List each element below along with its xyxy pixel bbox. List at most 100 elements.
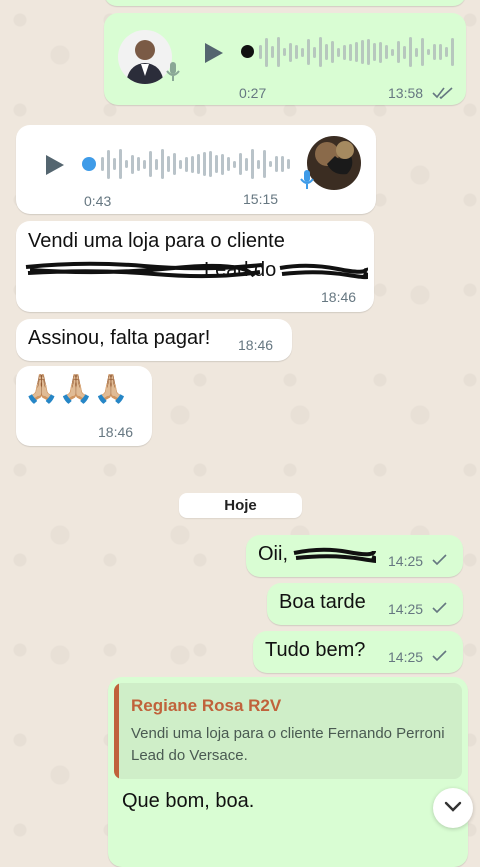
- waveform-bar: [295, 45, 298, 59]
- waveform-bar: [451, 38, 454, 66]
- message-text: Assinou, falta pagar!: [28, 327, 211, 349]
- waveform-bar: [433, 44, 436, 60]
- playback-progress-dot[interactable]: [82, 157, 96, 171]
- message-text-end: .: [363, 259, 369, 281]
- waveform-bar: [101, 157, 104, 171]
- incoming-emoji-message[interactable]: 🙏🏼🙏🏼🙏🏼 18:46: [16, 366, 152, 446]
- play-icon[interactable]: [44, 153, 66, 177]
- message-time: 15:15: [243, 191, 279, 207]
- audio-duration: 0:43: [84, 193, 112, 209]
- waveform-bar: [379, 41, 382, 63]
- waveform-bar: [125, 160, 128, 168]
- waveform-bar: [343, 44, 346, 60]
- waveform-bar: [227, 157, 230, 171]
- playback-progress-dot[interactable]: [241, 45, 254, 58]
- incoming-text-message[interactable]: Vendi uma loja para o cliente Lead do . …: [16, 221, 374, 312]
- incoming-text-message[interactable]: Assinou, falta pagar! 18:46: [16, 319, 292, 361]
- scroll-to-bottom-button[interactable]: [433, 788, 473, 828]
- mic-icon: [300, 170, 314, 189]
- waveform-bar: [251, 149, 254, 179]
- quote-text: Vendi uma loja para o cliente Fernando P…: [131, 725, 445, 764]
- message-time: 13:58: [388, 85, 424, 101]
- waveform-bar: [173, 153, 176, 175]
- outgoing-text-message[interactable]: Tudo bem? 14:25: [253, 631, 463, 673]
- waveform-bar: [361, 40, 364, 64]
- waveform-bar: [313, 46, 316, 58]
- waveform-bar: [197, 154, 200, 174]
- waveform-bar: [259, 45, 262, 59]
- mic-icon: [166, 62, 180, 81]
- waveform-bar: [155, 158, 158, 170]
- waveform-bar: [185, 156, 188, 172]
- incoming-voice-message[interactable]: 0:43 15:15: [16, 125, 376, 214]
- audio-waveform[interactable]: [259, 35, 454, 69]
- message-text: Boa tarde: [279, 591, 366, 613]
- message-text-line2: Lead do .: [24, 257, 369, 283]
- outgoing-text-message[interactable]: Oii, 14:25: [246, 535, 463, 577]
- waveform-bar: [445, 47, 448, 57]
- sender-avatar[interactable]: [118, 30, 172, 84]
- message-text-line1: Vendi uma loja para o cliente: [28, 230, 285, 252]
- waveform-bar: [107, 149, 110, 179]
- waveform-bar: [257, 159, 260, 169]
- message-text: Oii,: [258, 543, 288, 565]
- waveform-bar: [281, 156, 284, 172]
- waveform-bar: [277, 37, 280, 67]
- waveform-bar: [415, 47, 418, 57]
- quote-author: Regiane Rosa R2V: [131, 696, 282, 715]
- waveform-bar: [391, 48, 394, 56]
- outgoing-text-message[interactable]: Boa tarde 14:25: [267, 583, 463, 625]
- waveform-bar: [355, 42, 358, 62]
- waveform-bar: [287, 159, 290, 169]
- waveform-bar: [439, 44, 442, 60]
- waveform-bar: [191, 155, 194, 173]
- waveform-bar: [337, 47, 340, 57]
- message-time: 18:46: [238, 337, 274, 353]
- message-text: Tudo bem?: [265, 639, 366, 661]
- waveform-bar: [325, 44, 328, 60]
- date-separator: Hoje: [179, 493, 302, 518]
- waveform-bar: [373, 43, 376, 61]
- audio-waveform[interactable]: [101, 147, 290, 181]
- waveform-bar: [209, 151, 212, 177]
- waveform-bar: [269, 161, 272, 167]
- waveform-bar: [239, 153, 242, 175]
- double-check-icon: [432, 87, 453, 100]
- waveform-bar: [319, 37, 322, 67]
- waveform-bar: [137, 157, 140, 171]
- message-time: 14:25: [388, 553, 424, 569]
- message-text: Que bom, boa.: [122, 790, 255, 812]
- waveform-bar: [283, 48, 286, 56]
- check-icon: [432, 554, 447, 566]
- waveform-bar: [421, 38, 424, 66]
- message-time: 14:25: [388, 601, 424, 617]
- waveform-bar: [113, 158, 116, 170]
- waveform-bar: [409, 37, 412, 67]
- waveform-bar: [385, 45, 388, 59]
- waveform-bar: [301, 47, 304, 57]
- waveform-bar: [131, 154, 134, 174]
- waveform-bar: [397, 41, 400, 63]
- waveform-bar: [367, 39, 370, 65]
- play-icon[interactable]: [203, 41, 225, 65]
- waveform-bar: [203, 152, 206, 176]
- quoted-message[interactable]: Regiane Rosa R2V Vendi uma loja para o c…: [114, 683, 462, 779]
- waveform-bar: [331, 41, 334, 63]
- message-time: 18:46: [98, 424, 134, 440]
- waveform-bar: [179, 159, 182, 169]
- redaction-scribble: [279, 263, 368, 280]
- message-emoji: 🙏🏼🙏🏼🙏🏼: [24, 372, 129, 405]
- waveform-bar: [215, 155, 218, 173]
- message-visible-text: Lead do: [204, 259, 277, 281]
- waveform-bar: [289, 42, 292, 62]
- sender-avatar[interactable]: [307, 136, 361, 190]
- chevron-down-icon: [444, 801, 462, 812]
- waveform-bar: [245, 157, 248, 171]
- waveform-bar: [161, 149, 164, 179]
- partial-message-bubble: [104, 0, 466, 6]
- waveform-bar: [403, 45, 406, 59]
- waveform-bar: [271, 46, 274, 58]
- check-icon: [432, 602, 447, 614]
- waveform-bar: [427, 49, 430, 55]
- outgoing-voice-message[interactable]: 0:27 13:58: [104, 13, 466, 105]
